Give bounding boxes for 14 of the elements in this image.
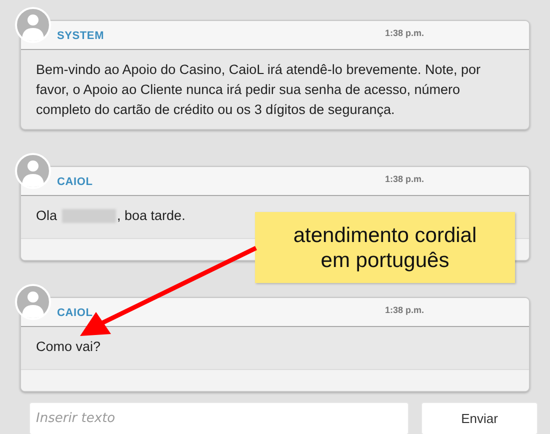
- message-time: 1:38 p.m.: [385, 305, 424, 315]
- callout-note: atendimento cordial em português: [255, 212, 515, 283]
- redaction-blur: [62, 209, 116, 223]
- sender-name: CAIOL: [57, 176, 93, 188]
- message-text: Como vai?: [36, 338, 101, 356]
- sender-name: SYSTEM: [57, 30, 104, 42]
- message-time: 1:38 p.m.: [385, 174, 424, 184]
- message-text: Bem-vindo ao Apoio do Casino, CaioL irá atendê-lo brevemente. Note, por favor, o Apoio ao Cliente nunca irá pedir sua senha de acesso, número completo do cartão de crédito ou os 3 dígitos de segurança.: [36, 61, 482, 119]
- message-text: Ola: [36, 207, 58, 225]
- message-text: , boa tarde.: [117, 207, 186, 225]
- sender-name: CAIOL: [57, 307, 93, 319]
- send-button[interactable]: Enviar: [421, 402, 538, 434]
- message-time: 1:38 p.m.: [385, 28, 424, 38]
- message-input[interactable]: Inserir texto: [29, 402, 409, 434]
